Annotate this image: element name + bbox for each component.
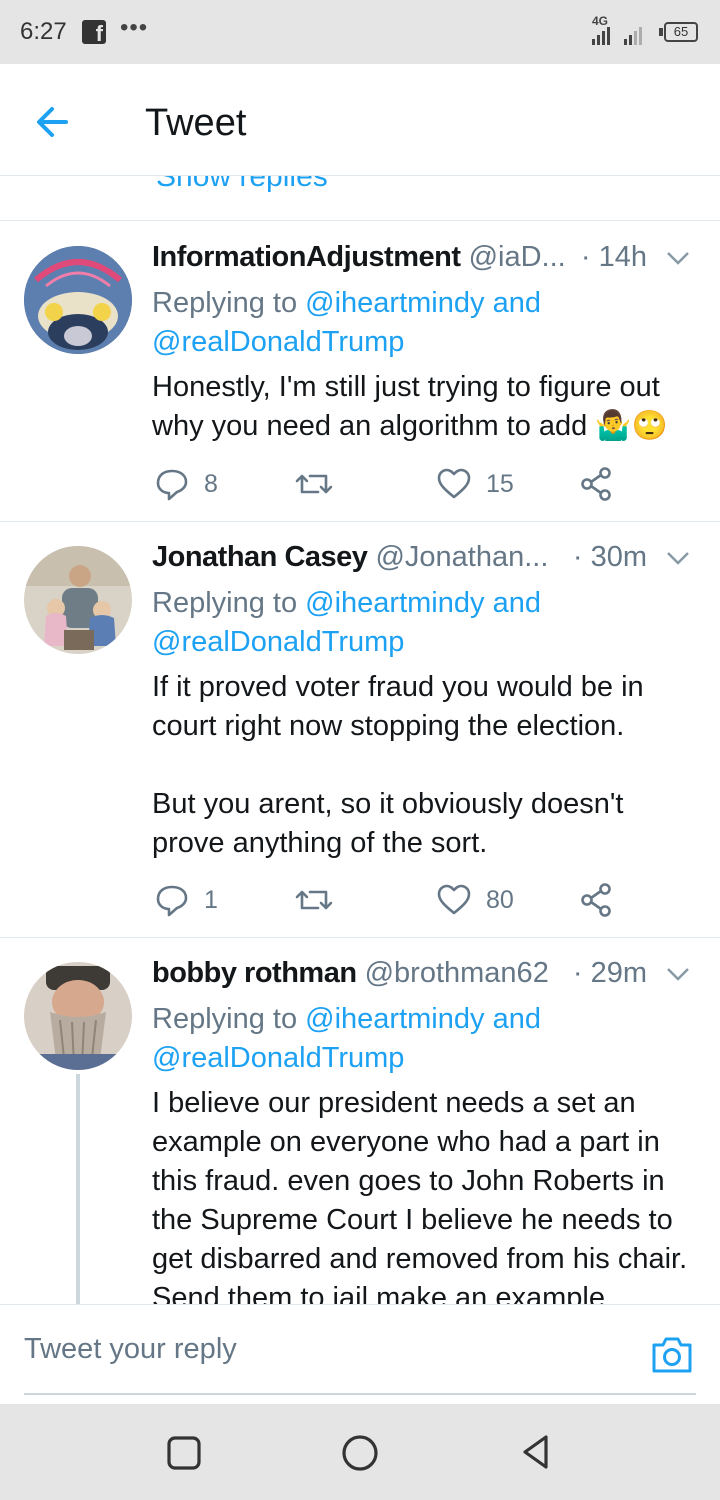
tweet-header: Jonathan Casey @Jonathan... · 30m (152, 541, 697, 581)
tweet-actions: 8 15 (152, 464, 652, 504)
tweet-text: Honestly, I'm still just trying to figur… (152, 371, 668, 442)
mention-link[interactable]: @realDonaldTrump (152, 326, 404, 358)
tweet-text: If it proved voter fraud you would be in… (152, 668, 697, 863)
reply-count: 1 (204, 885, 218, 914)
thread-connector (76, 1074, 80, 1304)
replying-to-and: and (492, 287, 541, 319)
show-replies-row: Show replies (0, 176, 720, 221)
replying-to: Replying to @iheartmindy and @realDonald… (152, 284, 692, 362)
retweet-icon (295, 890, 333, 910)
replying-to-label: Replying to (152, 587, 298, 619)
replying-to-label: Replying to (152, 287, 298, 319)
signal-strength-icon (592, 27, 612, 45)
status-bar: 6:27 f ••• 4G 65 (0, 0, 720, 64)
reply-composer: Tweet your reply (0, 1304, 720, 1404)
replying-to: Replying to @iheartmindy and @realDonald… (152, 1000, 692, 1078)
battery-icon: 65 (664, 22, 698, 42)
show-replies-link[interactable]: Show replies (156, 176, 328, 194)
status-time: 6:27 (20, 18, 67, 45)
reply-button[interactable]: 1 (154, 880, 218, 920)
avatar[interactable] (24, 546, 132, 654)
tweet-text-paragraph: But you arent, so it obviously doesn't p… (152, 788, 624, 859)
system-nav-bar (0, 1404, 720, 1500)
reply-button[interactable]: 8 (154, 464, 218, 504)
recent-apps-icon[interactable] (164, 1432, 204, 1472)
avatar[interactable] (24, 962, 132, 1070)
camera-icon[interactable] (650, 1335, 694, 1375)
battery-tip (659, 28, 663, 36)
more-notifications-icon: ••• (120, 14, 149, 41)
mention-link[interactable]: @iheartmindy (305, 287, 484, 319)
replying-to-label: Replying to (152, 1003, 298, 1035)
like-count: 80 (486, 885, 514, 914)
reply-icon (156, 885, 188, 917)
page-title: Tweet (145, 102, 247, 144)
tweet-timestamp: · 14h (580, 241, 647, 273)
tweet-text-paragraph: If it proved voter fraud you would be in… (152, 671, 644, 742)
tweet-item[interactable]: InformationAdjustment @iaD... · 14h Repl… (0, 222, 720, 522)
tweet-item[interactable]: Jonathan Casey @Jonathan... · 30m Replyi… (0, 522, 720, 938)
mention-link[interactable]: @realDonaldTrump (152, 1042, 404, 1074)
author-handle[interactable]: @iaD... (469, 241, 566, 273)
avatar[interactable] (24, 246, 132, 354)
back-icon[interactable] (516, 1432, 556, 1472)
share-button[interactable] (578, 464, 614, 504)
mention-link[interactable]: @iheartmindy (305, 1003, 484, 1035)
signal-strength-2-icon (624, 27, 644, 45)
like-button[interactable]: 80 (436, 880, 514, 920)
tweet-timestamp: · 29m (572, 957, 647, 989)
retweet-icon (295, 474, 333, 494)
heart-icon (437, 884, 471, 915)
mention-link[interactable]: @iheartmindy (305, 587, 484, 619)
facebook-notification-icon: f (82, 20, 106, 44)
heart-icon (437, 468, 471, 499)
tweet-header: InformationAdjustment @iaD... · 14h (152, 241, 697, 281)
share-icon (581, 883, 611, 917)
tweet-item[interactable]: bobby rothman @brothman62 · 29m Replying… (0, 938, 720, 1304)
tweet-text: I believe our president needs a set an e… (152, 1087, 688, 1304)
tweet-header: bobby rothman @brothman62 · 29m (152, 957, 697, 997)
like-button[interactable]: 15 (436, 464, 514, 504)
chevron-down-icon[interactable] (665, 545, 691, 569)
input-underline (24, 1393, 696, 1395)
chevron-down-icon[interactable] (665, 961, 691, 985)
author-name[interactable]: bobby rothman (152, 957, 357, 989)
mention-link[interactable]: @realDonaldTrump (152, 626, 404, 658)
author-name[interactable]: InformationAdjustment (152, 241, 461, 273)
chevron-down-icon[interactable] (665, 245, 691, 269)
author-handle[interactable]: @brothman62 (365, 957, 549, 989)
app-header: Tweet (0, 64, 720, 176)
home-icon[interactable] (340, 1432, 380, 1472)
author-handle[interactable]: @Jonathan... (375, 541, 548, 573)
share-icon (581, 467, 611, 501)
tweet-timestamp: · 30m (572, 541, 647, 573)
reply-input[interactable]: Tweet your reply (24, 1333, 624, 1373)
replying-to-and: and (492, 587, 541, 619)
reply-count: 8 (204, 469, 218, 498)
like-count: 15 (486, 469, 514, 498)
back-arrow-icon[interactable] (30, 100, 80, 144)
retweet-button[interactable] (294, 880, 348, 920)
replying-to-and: and (492, 1003, 541, 1035)
tweet-actions: 1 80 (152, 880, 652, 920)
author-name[interactable]: Jonathan Casey (152, 541, 368, 573)
reply-feed[interactable]: Show replies InformationAdjustment @iaD.… (0, 176, 720, 1304)
network-type: 4G (592, 14, 609, 28)
reply-icon (156, 469, 188, 501)
retweet-button[interactable] (294, 464, 348, 504)
share-button[interactable] (578, 880, 614, 920)
replying-to: Replying to @iheartmindy and @realDonald… (152, 584, 692, 662)
